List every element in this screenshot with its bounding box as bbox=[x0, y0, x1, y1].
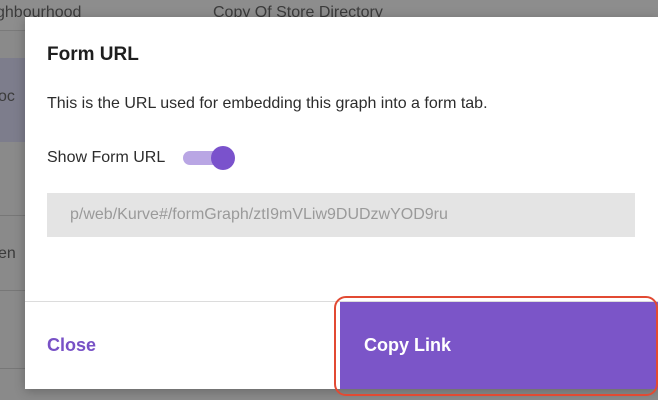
form-url-dialog: Form URL This is the URL used for embedd… bbox=[25, 17, 658, 389]
form-url-field[interactable]: p/web/Kurve#/formGraph/ztI9mVLiw9DUDzwYO… bbox=[47, 193, 635, 237]
background-row-text: oc bbox=[0, 88, 15, 105]
dialog-title: Form URL bbox=[47, 44, 139, 65]
background-row-text: en bbox=[0, 245, 16, 262]
show-form-url-toggle[interactable] bbox=[183, 146, 236, 170]
toggle-knob bbox=[211, 146, 236, 170]
show-form-url-row: Show Form URL bbox=[47, 146, 236, 170]
copy-link-button[interactable]: Copy Link bbox=[340, 302, 658, 389]
close-button[interactable]: Close bbox=[25, 302, 340, 389]
dialog-description: This is the URL used for embedding this … bbox=[47, 95, 488, 112]
show-form-url-label: Show Form URL bbox=[47, 149, 166, 166]
